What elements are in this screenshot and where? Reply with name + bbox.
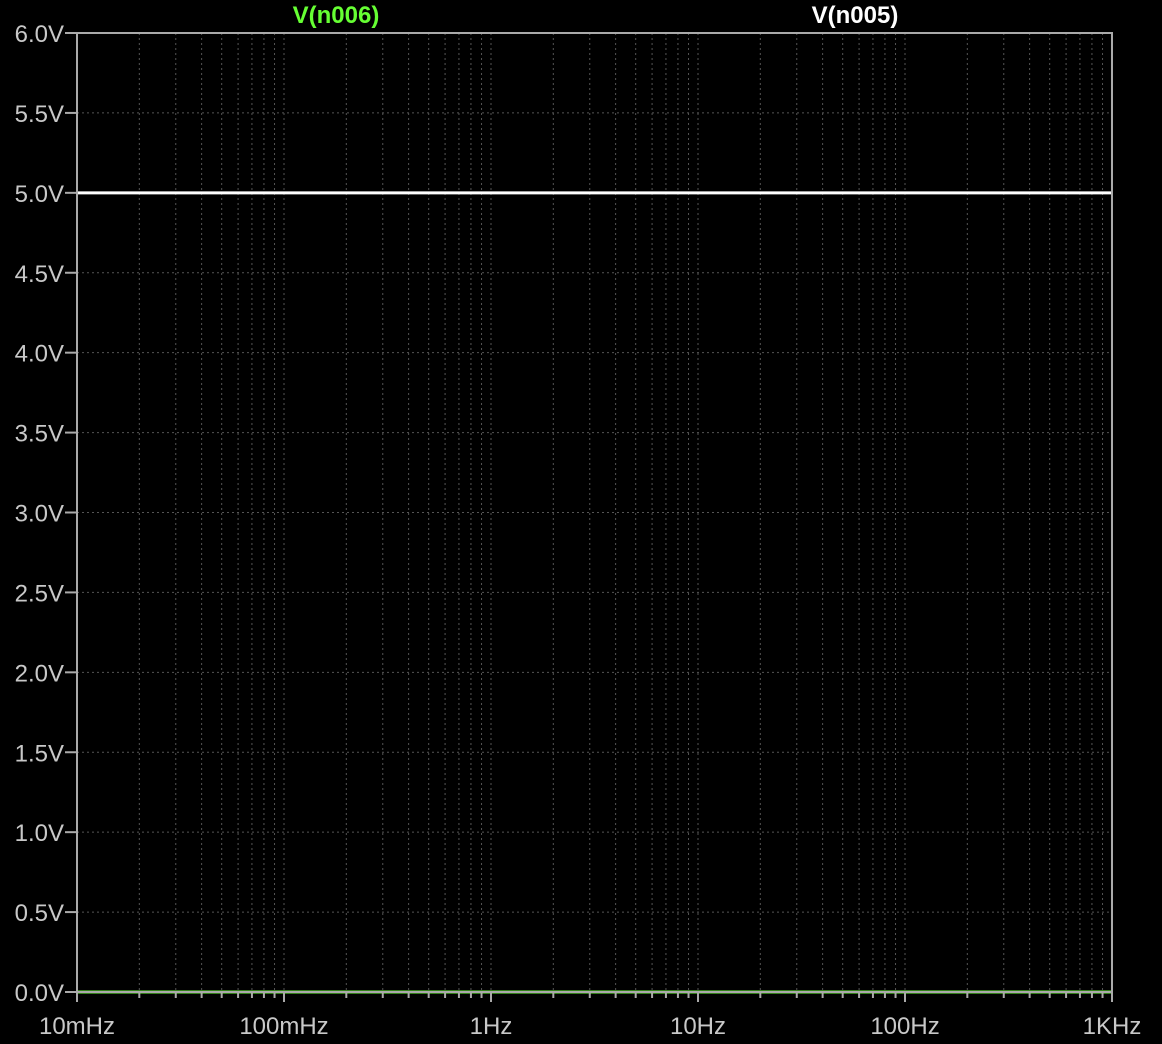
y-tick-label: 2.5V: [15, 580, 64, 607]
x-tick-label: 100mHz: [239, 1013, 328, 1040]
legend: V(n006) V(n005): [293, 2, 899, 29]
y-tick-label: 2.0V: [15, 660, 64, 687]
x-tick-label: 1Hz: [470, 1013, 513, 1040]
y-tick-label: 5.0V: [15, 181, 64, 208]
legend-entry: V(n005): [812, 2, 899, 29]
x-tick-label: 10Hz: [670, 1013, 726, 1040]
y-tick-label: 1.0V: [15, 820, 64, 847]
y-tick-label: 6.0V: [15, 21, 64, 48]
y-tick-label: 3.0V: [15, 501, 64, 528]
y-tick-label: 0.0V: [15, 980, 64, 1007]
y-tick-label: 5.5V: [15, 101, 64, 128]
legend-entry: V(n006): [293, 2, 380, 29]
y-tick-label: 0.5V: [15, 900, 64, 927]
grid: [77, 33, 1112, 992]
y-tick-label: 1.5V: [15, 740, 64, 767]
x-tick-label: 1KHz: [1083, 1013, 1142, 1040]
x-tick-label: 10mHz: [39, 1013, 115, 1040]
voltage-frequency-plot: 0.0V 0.5V 1.0V 1.5V 2.0V 2.5V 3.0V 3.5V 4.0V 4.5V…: [15, 2, 1142, 1040]
y-tick-label: 4.5V: [15, 261, 64, 288]
x-tick-label: 100Hz: [870, 1013, 939, 1040]
y-tick-label: 3.5V: [15, 421, 64, 448]
axes: 0.0V 0.5V 1.0V 1.5V 2.0V 2.5V 3.0V 3.5V 4.0V 4.5V…: [15, 21, 1142, 1040]
y-tick-label: 4.0V: [15, 341, 64, 368]
